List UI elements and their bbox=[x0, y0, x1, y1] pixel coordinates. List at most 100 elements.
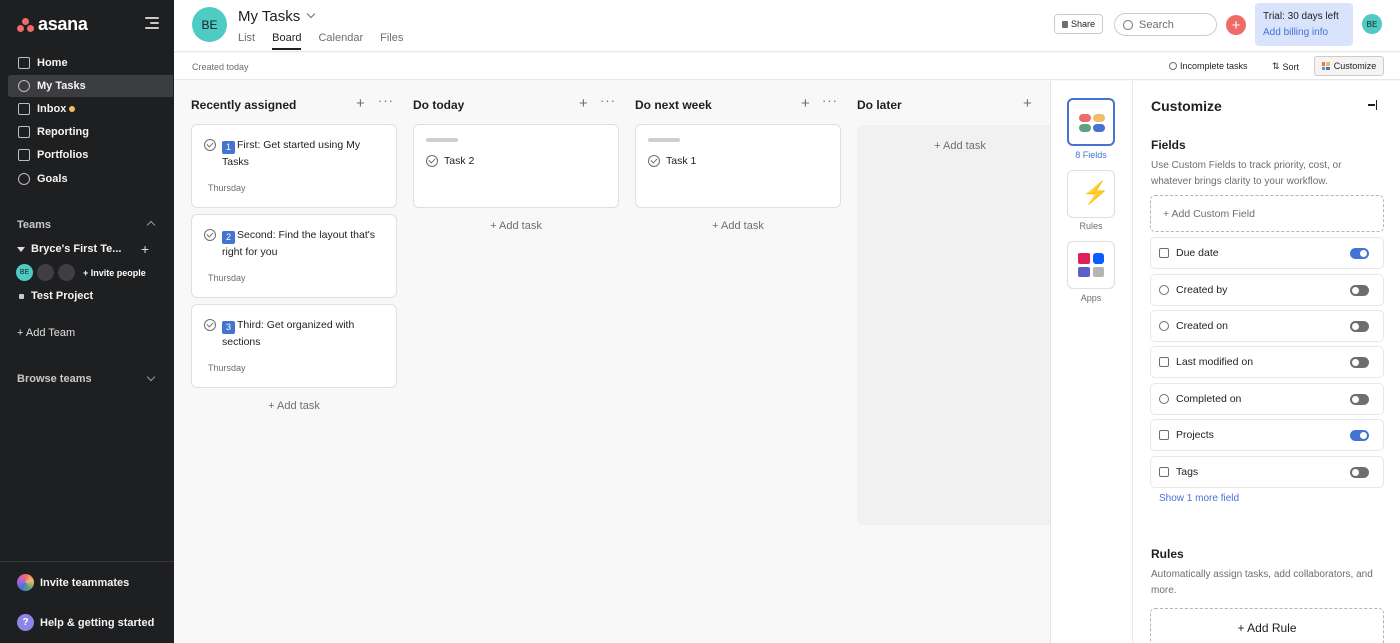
trial-banner[interactable]: Trial: 30 days left Add billing info bbox=[1255, 3, 1353, 46]
add-task-icon[interactable]: + bbox=[356, 95, 365, 112]
search-input[interactable]: Search bbox=[1114, 13, 1217, 36]
field-toggle[interactable] bbox=[1350, 357, 1369, 368]
due-date[interactable]: Thursday bbox=[208, 273, 246, 283]
add-team-button[interactable]: + Add Team bbox=[17, 327, 75, 339]
add-task-icon[interactable]: + bbox=[801, 95, 810, 112]
sidebar-item-project[interactable]: Test Project bbox=[19, 290, 93, 302]
add-task-icon[interactable]: + bbox=[579, 95, 588, 112]
close-panel-icon[interactable] bbox=[1367, 100, 1377, 110]
fields-tile[interactable] bbox=[1067, 98, 1115, 146]
fields-tile-label[interactable]: 8 Fields bbox=[1051, 150, 1131, 160]
task-name: First: Get started using My Tasks bbox=[222, 139, 361, 168]
more-icon[interactable]: ··· bbox=[822, 93, 838, 108]
asana-logo[interactable]: asana bbox=[17, 14, 88, 35]
chevron-down-icon[interactable] bbox=[306, 9, 316, 19]
rules-tile-label[interactable]: Rules bbox=[1051, 221, 1131, 231]
sidebar-item-home[interactable]: Home bbox=[8, 52, 173, 74]
quick-add-button[interactable]: + bbox=[1226, 15, 1246, 35]
apps-tile[interactable] bbox=[1067, 241, 1115, 289]
tab-calendar[interactable]: Calendar bbox=[318, 32, 363, 50]
invite-icon bbox=[17, 574, 34, 591]
share-label: Share bbox=[1070, 19, 1096, 29]
teams-section-label[interactable]: Teams bbox=[17, 219, 51, 231]
search-icon bbox=[1123, 19, 1133, 30]
sidebar-item-my-tasks[interactable]: My Tasks bbox=[8, 75, 173, 97]
check-circle-icon[interactable] bbox=[426, 155, 438, 167]
project-name: Test Project bbox=[31, 290, 94, 302]
add-task-button[interactable]: + Add task bbox=[413, 220, 619, 232]
field-toggle[interactable] bbox=[1350, 321, 1369, 332]
due-date[interactable]: Thursday bbox=[208, 183, 246, 193]
task-card[interactable]: 3 Third: Get organized with sections Thur… bbox=[191, 304, 397, 388]
tab-files[interactable]: Files bbox=[380, 32, 403, 50]
collapse-sidebar-icon[interactable] bbox=[145, 17, 159, 29]
task-card[interactable]: Task 1 bbox=[635, 124, 841, 208]
sidebar-item-goals[interactable]: Goals bbox=[8, 168, 173, 190]
column-title[interactable]: Do next week bbox=[635, 98, 841, 112]
number-badge: 3 bbox=[222, 321, 235, 334]
page-title[interactable]: My Tasks bbox=[238, 8, 300, 25]
check-circle-icon[interactable] bbox=[204, 319, 216, 331]
team-name: Bryce's First Te... bbox=[31, 243, 122, 255]
sidebar-item-portfolios[interactable]: Portfolios bbox=[8, 144, 173, 166]
user-avatar[interactable]: BE bbox=[1362, 14, 1382, 34]
add-project-icon[interactable]: + bbox=[141, 241, 149, 257]
more-icon[interactable]: ··· bbox=[378, 93, 394, 108]
check-circle-icon bbox=[1159, 394, 1169, 404]
due-date[interactable]: Thursday bbox=[208, 363, 246, 373]
share-button[interactable]: Share bbox=[1054, 14, 1103, 34]
help-button[interactable]: ? Help & getting started bbox=[17, 614, 154, 631]
avatar[interactable]: BE bbox=[16, 264, 33, 281]
field-toggle[interactable] bbox=[1350, 248, 1369, 259]
task-card[interactable]: 1 First: Get started using My Tasks Thurs… bbox=[191, 124, 397, 208]
invite-people-button[interactable]: + Invite people bbox=[83, 268, 146, 278]
incomplete-tasks-filter[interactable]: Incomplete tasks bbox=[1169, 61, 1248, 71]
task-card[interactable]: Task 2 bbox=[413, 124, 619, 208]
check-circle-icon[interactable] bbox=[204, 229, 216, 241]
sort-label: Sort bbox=[1282, 61, 1300, 72]
chevron-down-icon[interactable] bbox=[146, 372, 156, 382]
show-more-fields-link[interactable]: Show 1 more field bbox=[1159, 493, 1239, 504]
sidebar-item-reporting[interactable]: Reporting bbox=[8, 121, 173, 143]
sort-button[interactable]: ⇅ Sort bbox=[1272, 61, 1299, 72]
column-title[interactable]: Recently assigned bbox=[191, 98, 397, 112]
chevron-up-icon[interactable] bbox=[146, 220, 156, 230]
sidebar-item-inbox[interactable]: Inbox bbox=[8, 98, 173, 120]
browse-teams-link[interactable]: Browse teams bbox=[17, 373, 92, 385]
customize-button[interactable]: Customize bbox=[1314, 56, 1384, 76]
more-icon[interactable]: ··· bbox=[600, 93, 616, 108]
field-toggle[interactable] bbox=[1350, 285, 1369, 296]
field-toggle[interactable] bbox=[1350, 467, 1369, 478]
add-rule-button[interactable]: + Add Rule bbox=[1150, 608, 1384, 643]
tab-list[interactable]: List bbox=[238, 32, 255, 50]
add-task-button[interactable]: + Add task bbox=[857, 140, 1050, 152]
field-toggle[interactable] bbox=[1350, 394, 1369, 405]
customize-label: Customize bbox=[1333, 61, 1377, 71]
customize-rail: 8 Fields ⚡ Rules Apps bbox=[1051, 81, 1133, 643]
clipboard-icon bbox=[1159, 430, 1169, 440]
tab-board[interactable]: Board bbox=[272, 32, 302, 50]
apps-tile-label[interactable]: Apps bbox=[1051, 293, 1131, 303]
field-created-on: Created on bbox=[1150, 310, 1384, 342]
search-placeholder: Search bbox=[1139, 18, 1174, 31]
add-task-icon[interactable]: + bbox=[1023, 95, 1032, 112]
add-billing-link[interactable]: Add billing info bbox=[1263, 27, 1353, 38]
apps-icon bbox=[1078, 253, 1104, 277]
column-title[interactable]: Do today bbox=[413, 98, 619, 112]
team-item[interactable]: Bryce's First Te... bbox=[17, 243, 121, 255]
add-task-button[interactable]: + Add task bbox=[635, 220, 841, 232]
field-toggle[interactable] bbox=[1350, 430, 1369, 441]
add-custom-field-button[interactable]: + Add Custom Field bbox=[1150, 195, 1384, 232]
page-avatar: BE bbox=[192, 7, 227, 42]
pencil-icon bbox=[1159, 357, 1169, 367]
check-circle-icon[interactable] bbox=[648, 155, 660, 167]
add-task-button[interactable]: + Add task bbox=[191, 400, 397, 412]
check-circle-icon[interactable] bbox=[204, 139, 216, 151]
field-label: Completed on bbox=[1176, 393, 1242, 405]
invite-teammates-button[interactable]: Invite teammates bbox=[17, 574, 129, 591]
task-card[interactable]: 2 Second: Find the layout that's right fo… bbox=[191, 214, 397, 298]
column-title[interactable]: Do later bbox=[857, 98, 1050, 112]
rules-tile[interactable]: ⚡ bbox=[1067, 170, 1115, 218]
field-label: Created by bbox=[1176, 284, 1228, 296]
task-row: 3 Third: Get organized with sections bbox=[204, 317, 384, 350]
